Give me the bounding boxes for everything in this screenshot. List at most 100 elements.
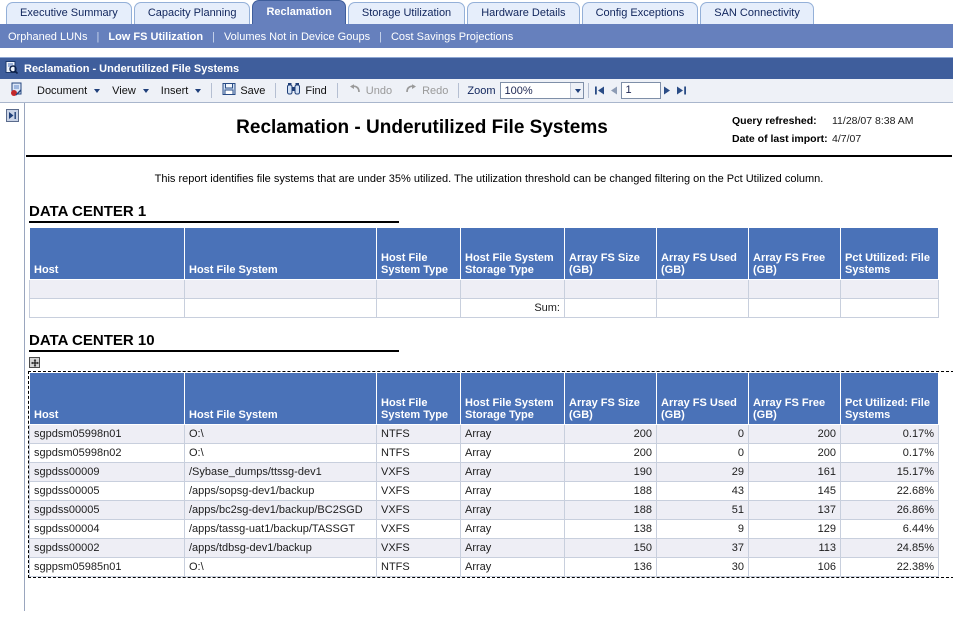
undo-label: Undo: [365, 84, 393, 97]
column-header-host[interactable]: Host: [29, 372, 185, 425]
undo-button[interactable]: Undo: [342, 81, 398, 100]
undo-arrow-icon: [348, 82, 362, 99]
zoom-combobox[interactable]: 100%: [499, 82, 584, 99]
cell-fs-type: VXFS: [376, 538, 461, 558]
cell-fs-type: VXFS: [376, 500, 461, 520]
report-toolbar: Document View Insert Save Find Undo Redo…: [0, 79, 953, 103]
toolbar-divider: [211, 83, 213, 98]
table-row[interactable]: sgpdss00005 /apps/bc2sg-dev1/backup/BC2S…: [29, 500, 939, 520]
cell-host: sgpdss00002: [29, 538, 185, 558]
column-header-array-fs-free[interactable]: Array FS Free (GB): [748, 227, 841, 280]
tab-label: Config Exceptions: [595, 7, 685, 19]
previous-page-button[interactable]: [607, 82, 621, 99]
expand-panel-button[interactable]: [5, 109, 19, 122]
toolbar-divider: [587, 83, 589, 98]
column-header-array-fs-size[interactable]: Array FS Size (GB): [564, 227, 657, 280]
column-header-array-fs-free[interactable]: Array FS Free (GB): [748, 372, 841, 425]
zoom-label: Zoom: [467, 84, 496, 97]
document-icon-button[interactable]: [4, 81, 31, 100]
cell-pct-utilized: 22.38%: [840, 557, 939, 577]
cell-fs-type: VXFS: [376, 481, 461, 501]
cell-host: sgpdsm05998n02: [29, 443, 185, 463]
table-row[interactable]: sgpdss00009 /Sybase_dumps/ttssg-dev1 VXF…: [29, 462, 939, 482]
cell-fs-used: [656, 279, 749, 299]
table-row[interactable]: sgppsm05985n01 O:\ NTFS Array 136 30 106…: [29, 557, 939, 577]
table-row[interactable]: [29, 279, 939, 299]
cell-host-file-system: /Sybase_dumps/ttssg-dev1: [184, 462, 377, 482]
column-header-array-fs-used[interactable]: Array FS Used (GB): [656, 372, 749, 425]
column-header-host-file-system-type[interactable]: Host File System Type: [376, 227, 461, 280]
view-menu-button[interactable]: View: [106, 81, 155, 100]
cell-host: sgpdss00004: [29, 519, 185, 539]
table-row[interactable]: sgpdss00002 /apps/tdbsg-dev1/backup VXFS…: [29, 538, 939, 558]
column-header-host-file-system[interactable]: Host File System: [184, 372, 377, 425]
sum-cell-fs-free: [748, 298, 841, 318]
column-header-host-file-system[interactable]: Host File System: [184, 227, 377, 280]
first-page-button[interactable]: [593, 82, 607, 99]
table-header-row: Host Host File System Host File System T…: [29, 372, 939, 425]
page-number-input[interactable]: 1: [620, 82, 661, 99]
section-heading-data-center-10: DATA CENTER 10: [29, 332, 399, 352]
cell-pct-utilized: 15.17%: [840, 462, 939, 482]
document-menu-button[interactable]: Document: [31, 81, 106, 100]
subnav-item-cost-savings-projections[interactable]: Cost Savings Projections: [391, 31, 513, 43]
column-header-host-fs-storage-type[interactable]: Host File System Storage Type: [460, 227, 565, 280]
cell-host: sgpdss00005: [29, 500, 185, 520]
save-button[interactable]: Save: [216, 81, 271, 100]
tab-capacity-planning[interactable]: Capacity Planning: [133, 2, 251, 24]
insert-menu-button[interactable]: Insert: [155, 81, 208, 100]
table-row[interactable]: sgpdsm05998n02 O:\ NTFS Array 200 0 200 …: [29, 443, 939, 463]
subnav-item-volumes-not-in-device-groups[interactable]: Volumes Not in Device Goups: [224, 31, 370, 43]
cell-fs-size: 136: [564, 557, 657, 577]
cell-fs-size: 200: [564, 424, 657, 444]
cell-fs-size: 200: [564, 443, 657, 463]
tab-config-exceptions[interactable]: Config Exceptions: [581, 2, 699, 24]
find-button[interactable]: Find: [280, 81, 332, 100]
tab-reclamation[interactable]: Reclamation: [252, 0, 346, 24]
cell-fs-storage-type: Array: [460, 557, 565, 577]
cell-host: sgpdss00009: [29, 462, 185, 482]
cell-fs-storage-type: Array: [460, 481, 565, 501]
table-move-handle[interactable]: [29, 357, 40, 368]
cell-fs-size: 150: [564, 538, 657, 558]
binoculars-find-icon: [286, 82, 301, 99]
tab-san-connectivity[interactable]: SAN Connectivity: [700, 2, 814, 24]
column-header-array-fs-used[interactable]: Array FS Used (GB): [656, 227, 749, 280]
subnav-item-orphaned-luns[interactable]: Orphaned LUNs: [8, 31, 88, 43]
redo-button[interactable]: Redo: [398, 81, 454, 100]
tab-label: SAN Connectivity: [714, 7, 800, 19]
tab-executive-summary[interactable]: Executive Summary: [6, 2, 132, 24]
cell-host-file-system: /apps/bc2sg-dev1/backup/BC2SGD: [184, 500, 377, 520]
meta-row-query-refreshed: Query refreshed: 11/28/07 8:38 AM: [732, 115, 946, 127]
column-header-array-fs-size[interactable]: Array FS Size (GB): [564, 372, 657, 425]
column-header-host-file-system-type[interactable]: Host File System Type: [376, 372, 461, 425]
tab-hardware-details[interactable]: Hardware Details: [467, 2, 580, 24]
tab-label: Executive Summary: [20, 7, 118, 19]
cell-fs-size: 188: [564, 481, 657, 501]
subnav-divider: |: [212, 31, 215, 43]
sum-cell-empty: [376, 298, 461, 318]
insert-menu-label: Insert: [160, 84, 189, 97]
column-header-host[interactable]: Host: [29, 227, 185, 280]
subnav-divider: |: [96, 31, 100, 43]
cell-fs-used: 0: [656, 424, 749, 444]
zoom-dropdown-button[interactable]: [569, 83, 583, 98]
column-header-pct-utilized[interactable]: Pct Utilized: File Systems: [840, 372, 939, 425]
cell-pct-utilized: 0.17%: [840, 424, 939, 444]
table-row[interactable]: sgpdsm05998n01 O:\ NTFS Array 200 0 200 …: [29, 424, 939, 444]
cell-fs-type: VXFS: [376, 462, 461, 482]
report-work-area: Reclamation - Underutilized File Systems…: [0, 103, 953, 611]
table-row[interactable]: sgpdss00004 /apps/tassg-uat1/backup/TASS…: [29, 519, 939, 539]
column-header-host-fs-storage-type[interactable]: Host File System Storage Type: [460, 372, 565, 425]
tab-storage-utilization[interactable]: Storage Utilization: [347, 2, 466, 24]
cell-pct-utilized: 6.44%: [840, 519, 939, 539]
subnav-item-low-fs-utilization[interactable]: Low FS Utilization: [108, 31, 203, 43]
cell-host: sgppsm05985n01: [29, 557, 185, 577]
table-row[interactable]: sgpdss00005 /apps/sopsg-dev1/backup VXFS…: [29, 481, 939, 501]
last-page-button[interactable]: [675, 82, 689, 99]
next-page-button[interactable]: [661, 82, 675, 99]
meta-value: 11/28/07 8:38 AM: [832, 115, 914, 127]
tab-label: Capacity Planning: [147, 7, 237, 19]
report-header: Reclamation - Underutilized File Systems…: [26, 103, 952, 157]
column-header-pct-utilized[interactable]: Pct Utilized: File Systems: [840, 227, 939, 280]
